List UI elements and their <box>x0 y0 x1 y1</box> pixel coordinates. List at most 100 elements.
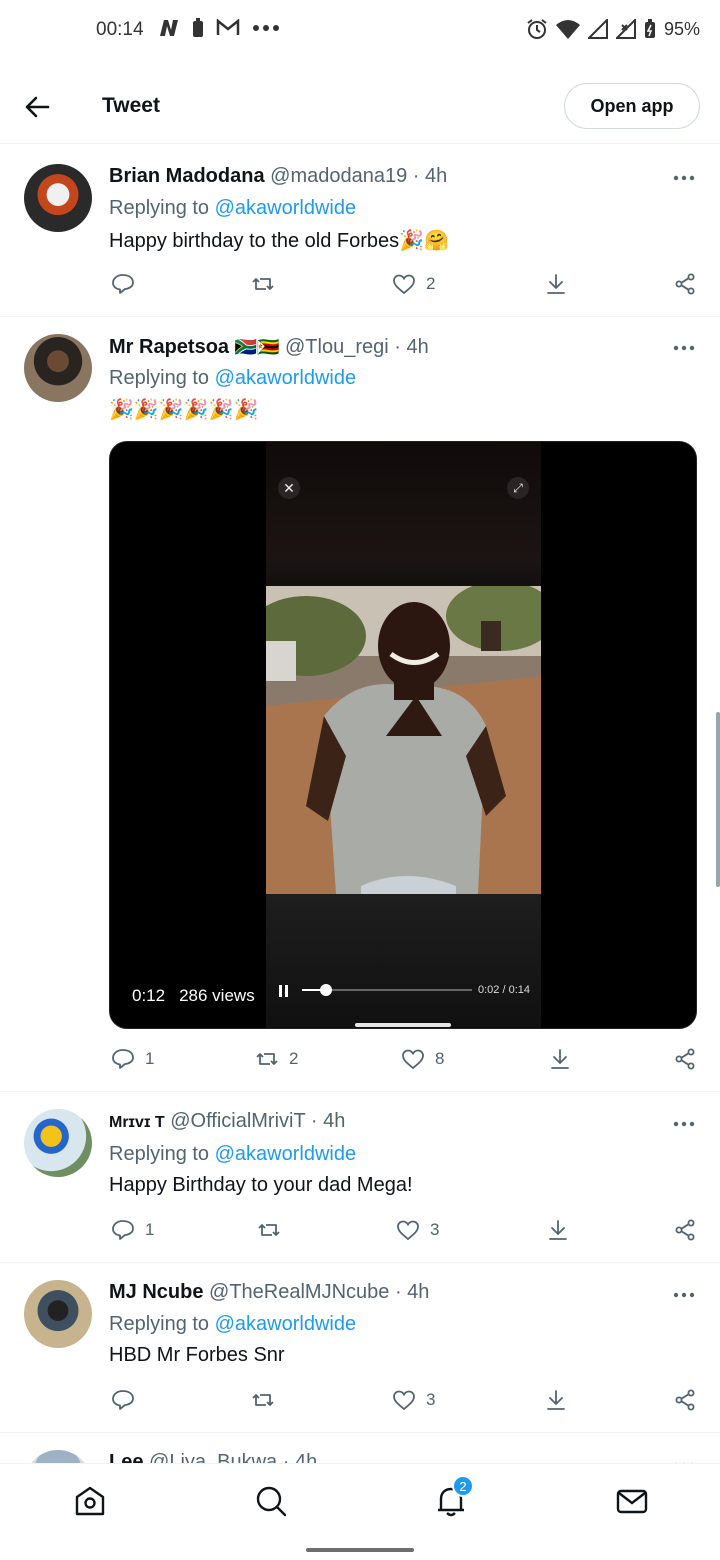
page-title: Tweet <box>102 94 160 117</box>
tweet-text: Happy Birthday to your dad Mega! <box>109 1174 413 1196</box>
replying-to: Replying to @akaworldwide <box>109 1313 357 1335</box>
replying-to: Replying to @akaworldwide <box>109 367 357 389</box>
avatar[interactable] <box>24 1109 92 1177</box>
author-name[interactable]: Mrɪvɪ T <box>109 1114 165 1131</box>
author-name[interactable]: Brian Madodana <box>109 165 265 187</box>
download-icon <box>549 1220 567 1240</box>
scrollbar[interactable] <box>716 712 720 887</box>
tweet-time: · 4h <box>282 1451 318 1463</box>
avatar[interactable] <box>24 164 92 232</box>
tweet-item[interactable]: Lee @Liya_Bukwa · 4h <box>0 1433 720 1463</box>
share-button[interactable] <box>673 1047 697 1071</box>
bottom-nav: 2 <box>0 1463 720 1537</box>
heart-icon <box>393 1390 415 1411</box>
signal-no-data-icon <box>615 19 636 39</box>
like-button[interactable]: 8 <box>401 1047 444 1071</box>
download-button[interactable] <box>548 1047 572 1071</box>
replying-handle-link[interactable]: @akaworldwide <box>215 1313 356 1335</box>
tweet-text: HBD Mr Forbes Snr <box>109 1344 285 1366</box>
author-name[interactable]: Mr Rapetsoa <box>109 336 229 358</box>
video-meta: 0:12 286 views <box>132 986 255 1006</box>
retweet-icon <box>252 278 274 290</box>
retweet-icon <box>252 1394 274 1406</box>
wifi-icon <box>555 20 580 39</box>
download-button[interactable] <box>544 1388 568 1412</box>
tweet-time: · 4h <box>394 336 429 358</box>
share-button[interactable] <box>673 272 697 296</box>
like-count: 8 <box>435 1049 445 1068</box>
like-count: 2 <box>426 274 436 293</box>
video-handle-bar <box>355 1023 451 1027</box>
like-button[interactable]: 3 <box>392 1388 435 1412</box>
minimize-icon[interactable]: ⤢ <box>507 477 529 499</box>
messages-icon[interactable] <box>615 1484 649 1518</box>
author-handle[interactable]: @madodana19 <box>270 165 407 187</box>
reply-button[interactable]: 1 <box>111 1047 154 1071</box>
share-icon <box>675 1389 695 1411</box>
tweet-text: 🎉🎉🎉🎉🎉🎉 <box>109 399 259 421</box>
author-handle[interactable]: @OfficialMriviT <box>170 1110 305 1132</box>
tweet-actions: 1 2 8 <box>109 1047 699 1077</box>
tweet-item[interactable]: Brian Madodana @madodana19 · 4h Replying… <box>0 145 720 317</box>
open-app-button[interactable]: Open app <box>564 83 700 129</box>
retweet-icon <box>256 1053 278 1065</box>
like-count: 3 <box>426 1390 436 1409</box>
more-options-icon[interactable] <box>672 1112 696 1136</box>
download-button[interactable] <box>546 1218 570 1242</box>
retweet-button[interactable] <box>251 1388 275 1412</box>
tweet-item[interactable]: Mrɪvɪ T @OfficialMriviT · 4h Replying to… <box>0 1092 720 1263</box>
video-scrubber[interactable] <box>302 982 472 998</box>
gesture-bar[interactable] <box>306 1548 414 1552</box>
avatar[interactable] <box>24 1450 92 1463</box>
tweet-item[interactable]: MJ Ncube @TheRealMJNcube · 4h Replying t… <box>0 1263 720 1433</box>
retweet-button[interactable]: 2 <box>255 1047 298 1071</box>
close-icon[interactable]: ✕ <box>278 477 300 499</box>
retweet-button[interactable] <box>257 1218 281 1242</box>
notification-badge: 2 <box>452 1475 474 1497</box>
share-button[interactable] <box>673 1388 697 1412</box>
replying-handle-link[interactable]: @akaworldwide <box>215 367 356 389</box>
download-icon <box>547 274 565 294</box>
replying-handle-link[interactable]: @akaworldwide <box>215 197 356 219</box>
avatar[interactable] <box>24 1280 92 1348</box>
tweet-header: Tweet Open app <box>0 70 720 144</box>
download-button[interactable] <box>544 272 568 296</box>
replying-handle-link[interactable]: @akaworldwide <box>215 1143 356 1165</box>
avatar[interactable] <box>24 334 92 402</box>
more-options-icon[interactable] <box>672 1453 696 1463</box>
battery-charging-icon <box>644 19 655 38</box>
like-button[interactable]: 3 <box>396 1218 439 1242</box>
video-thumbnail <box>266 586 541 894</box>
video-scene-image <box>266 586 541 894</box>
reply-button[interactable] <box>111 272 135 296</box>
download-icon <box>551 1049 569 1069</box>
author-handle[interactable]: @Tlou_regi <box>285 336 389 358</box>
replying-to: Replying to @akaworldwide <box>109 197 357 219</box>
back-arrow-icon[interactable] <box>22 92 52 122</box>
reply-icon <box>112 1220 134 1240</box>
more-options-icon[interactable] <box>672 166 696 190</box>
tweet-text: Happy birthday to the old Forbes🎉🤗 <box>109 230 449 252</box>
reply-button[interactable]: 1 <box>111 1218 154 1242</box>
author-handle[interactable]: @Liya_Bukwa <box>149 1451 277 1463</box>
tweet-actions: 1 3 <box>109 1218 699 1248</box>
more-options-icon[interactable] <box>672 336 696 360</box>
status-time: 00:14 <box>96 19 144 40</box>
author-name[interactable]: Lee <box>109 1451 143 1463</box>
video-player[interactable]: ✕ ⤢ 0:02 / 0:14 0:12 286 views <box>109 441 697 1029</box>
home-icon[interactable] <box>73 1484 107 1518</box>
reply-button[interactable] <box>111 1388 135 1412</box>
more-options-icon[interactable] <box>672 1283 696 1307</box>
search-icon[interactable] <box>254 1484 288 1518</box>
pause-icon[interactable] <box>278 984 290 998</box>
notifications-tab[interactable]: 2 <box>434 1475 474 1518</box>
tweet-time: · 4h <box>394 1281 430 1303</box>
author-name[interactable]: MJ Ncube <box>109 1281 203 1303</box>
author-handle[interactable]: @TheRealMJNcube <box>209 1281 389 1303</box>
share-button[interactable] <box>673 1218 697 1242</box>
battery-saver-icon <box>193 18 203 37</box>
heart-icon <box>393 274 415 295</box>
retweet-button[interactable] <box>251 272 275 296</box>
retweet-count: 2 <box>289 1049 299 1068</box>
like-button[interactable]: 2 <box>392 272 435 296</box>
